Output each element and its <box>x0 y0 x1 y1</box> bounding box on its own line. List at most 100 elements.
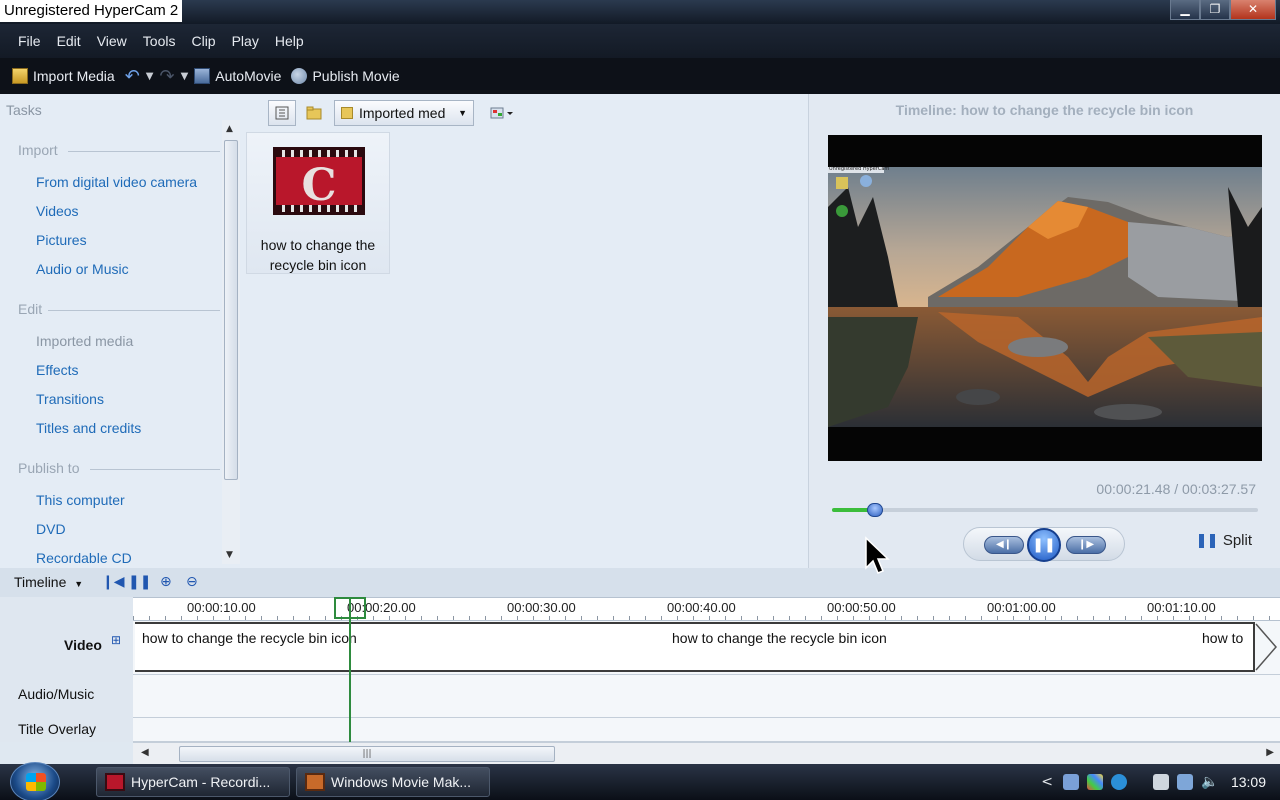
redo-icon[interactable]: ↷ <box>160 66 175 87</box>
divider <box>90 469 220 470</box>
menu-bar: File Edit View Tools Clip Play Help <box>0 24 1280 58</box>
task-titles-and-credits[interactable]: Titles and credits <box>36 420 141 436</box>
automovie-label: AutoMovie <box>215 68 282 84</box>
desktop-mini-title: Unregistered HyperCam <box>829 166 890 172</box>
video-clip-text: how to change the recycle bin icon <box>142 630 357 646</box>
automovie-button[interactable]: AutoMovie <box>194 68 281 84</box>
desktop-folder-icon <box>836 177 848 189</box>
ruler-tick: 00:00:30.00 <box>507 600 576 615</box>
tasks-toggle-button[interactable] <box>268 100 296 126</box>
clip-continue-arrow-icon[interactable] <box>1254 620 1280 674</box>
divider <box>68 151 220 152</box>
panel-icon <box>275 106 289 120</box>
zoom-out-icon[interactable]: ⊖ <box>186 574 198 590</box>
undo-icon[interactable]: ↶ <box>125 66 140 87</box>
seek-bar[interactable] <box>832 503 1258 517</box>
task-import-audio-music[interactable]: Audio or Music <box>36 261 129 277</box>
hypercam-icon <box>105 773 125 791</box>
task-publish-recordable-cd[interactable]: Recordable CD <box>36 550 132 566</box>
display-icon[interactable] <box>1176 774 1193 790</box>
show-hidden-icons-icon[interactable]: < <box>1041 774 1053 790</box>
taskbar-button-hypercam[interactable]: HyperCam - Recordi... <box>96 767 290 797</box>
menu-play[interactable]: Play <box>224 33 267 49</box>
desktop-mini-titlebar: Unregistered HyperCam <box>828 166 889 173</box>
scroll-right-icon[interactable]: ▶ <box>1266 747 1274 758</box>
title-overlay-track[interactable] <box>133 718 1280 742</box>
timeline-ruler[interactable]: 00:00:10.00 00:00:20.00 00:00:30.00 00:0… <box>133 597 1280 621</box>
task-publish-dvd[interactable]: DVD <box>36 521 66 537</box>
taskbar-button-movie-maker[interactable]: Windows Movie Mak... <box>296 767 490 797</box>
view-options-button[interactable] <box>484 100 518 126</box>
title-overlay-track-label: Title Overlay <box>18 721 97 737</box>
ruler-ticks <box>133 616 1280 620</box>
import-media-label: Import Media <box>33 68 115 84</box>
audio-track-label: Audio/Music <box>18 686 95 702</box>
menu-file[interactable]: File <box>10 33 49 49</box>
preview-monitor: Unregistered HyperCam <box>828 135 1262 461</box>
colorful-app-icon[interactable] <box>1086 774 1103 790</box>
scrollbar-thumb[interactable]: ||| <box>179 746 555 762</box>
scrollbar-thumb[interactable] <box>224 140 238 480</box>
desktop-tree-icon <box>836 205 848 217</box>
undo-dropdown-icon[interactable]: ▼ <box>146 71 154 82</box>
task-effects[interactable]: Effects <box>36 362 79 378</box>
menu-tools[interactable]: Tools <box>135 33 184 49</box>
volume-icon[interactable]: 🔈 <box>1201 774 1218 790</box>
clock[interactable]: 13:09 <box>1231 774 1266 790</box>
task-transitions[interactable]: Transitions <box>36 391 104 407</box>
network-icon[interactable] <box>1062 774 1079 790</box>
zoom-in-icon[interactable]: ⊕ <box>160 574 172 590</box>
video-clip-text: how to <box>1202 630 1244 646</box>
edit-section-title: Edit <box>18 301 43 317</box>
playhead[interactable] <box>349 598 351 766</box>
scroll-down-icon[interactable]: ▼ <box>226 550 233 560</box>
menu-clip[interactable]: Clip <box>183 33 223 49</box>
task-from-digital-video-camera[interactable]: From digital video camera <box>36 174 197 190</box>
collections-button[interactable] <box>300 100 328 126</box>
media-clip-item[interactable]: C how to change the recycle bin icon <box>246 132 390 274</box>
previous-frame-button[interactable]: ◀❙ <box>984 536 1024 554</box>
ruler-tick: 00:00:10.00 <box>187 600 256 615</box>
rewind-timeline-icon[interactable]: ❙◀ <box>102 574 125 590</box>
redo-dropdown-icon[interactable]: ▼ <box>181 71 189 82</box>
menu-view[interactable]: View <box>89 33 135 49</box>
device-icon[interactable] <box>1152 774 1169 790</box>
divider <box>48 310 220 311</box>
playback-controls: ◀❙ ❚❚ ❙▶ <box>963 527 1125 562</box>
import-media-button[interactable]: Import Media <box>12 68 115 84</box>
tasks-header: Tasks <box>6 102 42 118</box>
task-import-pictures[interactable]: Pictures <box>36 232 87 248</box>
menu-edit[interactable]: Edit <box>49 33 89 49</box>
messenger-icon[interactable] <box>1110 774 1127 790</box>
menu-help[interactable]: Help <box>267 33 312 49</box>
timeline-view-dropdown[interactable]: Timeline ▼ <box>14 574 83 590</box>
scroll-up-icon[interactable]: ▲ <box>226 124 233 134</box>
task-imported-media[interactable]: Imported media <box>36 333 133 349</box>
audio-track[interactable] <box>133 675 1280 718</box>
seek-handle[interactable] <box>866 503 883 517</box>
restore-button[interactable]: ❐ <box>1200 0 1230 20</box>
clip-thumbnail: C <box>273 147 365 215</box>
pause-button[interactable]: ❚❚ <box>1027 528 1061 562</box>
split-icon <box>1198 533 1215 548</box>
split-button[interactable]: Split <box>1198 532 1252 549</box>
split-label: Split <box>1222 532 1252 549</box>
film-sprockets <box>276 150 362 157</box>
next-frame-button[interactable]: ❙▶ <box>1066 536 1106 554</box>
minimize-button[interactable]: ▁ <box>1170 0 1200 20</box>
task-import-videos[interactable]: Videos <box>36 203 79 219</box>
timeline-label: Timeline <box>14 574 67 590</box>
start-button[interactable] <box>10 762 60 800</box>
scroll-left-icon[interactable]: ◀ <box>141 747 149 758</box>
timeline-scrollbar[interactable]: ◀ ||| ▶ <box>133 742 1280 764</box>
toolbar: Import Media ↶ ▼ ↷ ▼ AutoMovie Publish M… <box>0 58 1280 94</box>
thumbnails-icon <box>490 107 513 119</box>
tasks-scrollbar[interactable]: ▲ ▼ <box>222 120 240 564</box>
collection-dropdown[interactable]: Imported med ▼ <box>334 100 474 126</box>
pause-timeline-icon[interactable]: ❚❚ <box>128 574 151 590</box>
expand-track-icon[interactable]: ⊞ <box>111 633 121 647</box>
publish-movie-button[interactable]: Publish Movie <box>291 68 400 84</box>
task-publish-this-computer[interactable]: This computer <box>36 492 125 508</box>
video-clip[interactable]: how to change the recycle bin icon how t… <box>135 622 1255 672</box>
close-button[interactable]: ✕ <box>1230 0 1276 20</box>
